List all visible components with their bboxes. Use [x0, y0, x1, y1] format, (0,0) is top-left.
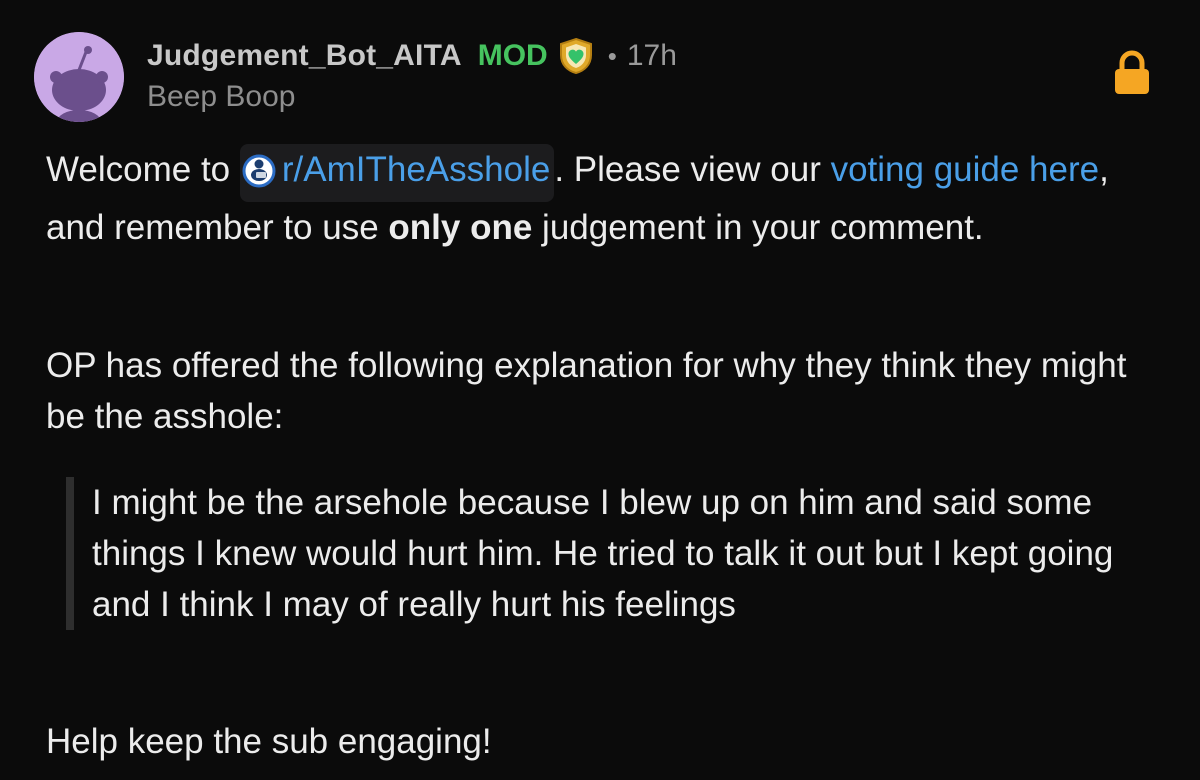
shield-heart-icon — [558, 37, 594, 75]
welcome-text-2: . Please view our — [554, 150, 831, 189]
welcome-paragraph: Welcome to r/AmITheAsshole. Please view … — [46, 144, 1156, 253]
comment: Judgement_Bot_AITA MOD • 17h Beep Boop W… — [0, 0, 1200, 780]
lock-icon — [1112, 50, 1152, 101]
welcome-text: Welcome to — [46, 150, 231, 189]
explanation-intro: OP has offered the following explanation… — [46, 346, 1127, 436]
closing-text: Help keep the sub engaging! — [46, 722, 492, 761]
subreddit-snoo-icon — [242, 151, 276, 202]
username[interactable]: Judgement_Bot_AITA — [147, 39, 462, 73]
snoo-avatar-icon — [34, 32, 124, 122]
subreddit-name: r/AmITheAsshole — [281, 150, 551, 189]
bold-emphasis: only one — [388, 208, 533, 247]
welcome-text-4: judgement in your comment. — [532, 208, 984, 247]
time-separator: • — [607, 40, 617, 71]
avatar[interactable] — [34, 32, 124, 122]
comment-header: Judgement_Bot_AITA MOD • 17h — [147, 34, 677, 78]
subreddit-link[interactable]: r/AmITheAsshole — [239, 144, 555, 202]
voting-guide-link[interactable]: voting guide here — [831, 150, 1100, 189]
blockquote: I might be the arsehole because I blew u… — [66, 477, 1172, 630]
quote-text: I might be the arsehole because I blew u… — [92, 483, 1114, 624]
user-flair: Beep Boop — [147, 80, 296, 113]
timestamp: 17h — [626, 39, 677, 72]
mod-badge: MOD — [477, 39, 548, 72]
